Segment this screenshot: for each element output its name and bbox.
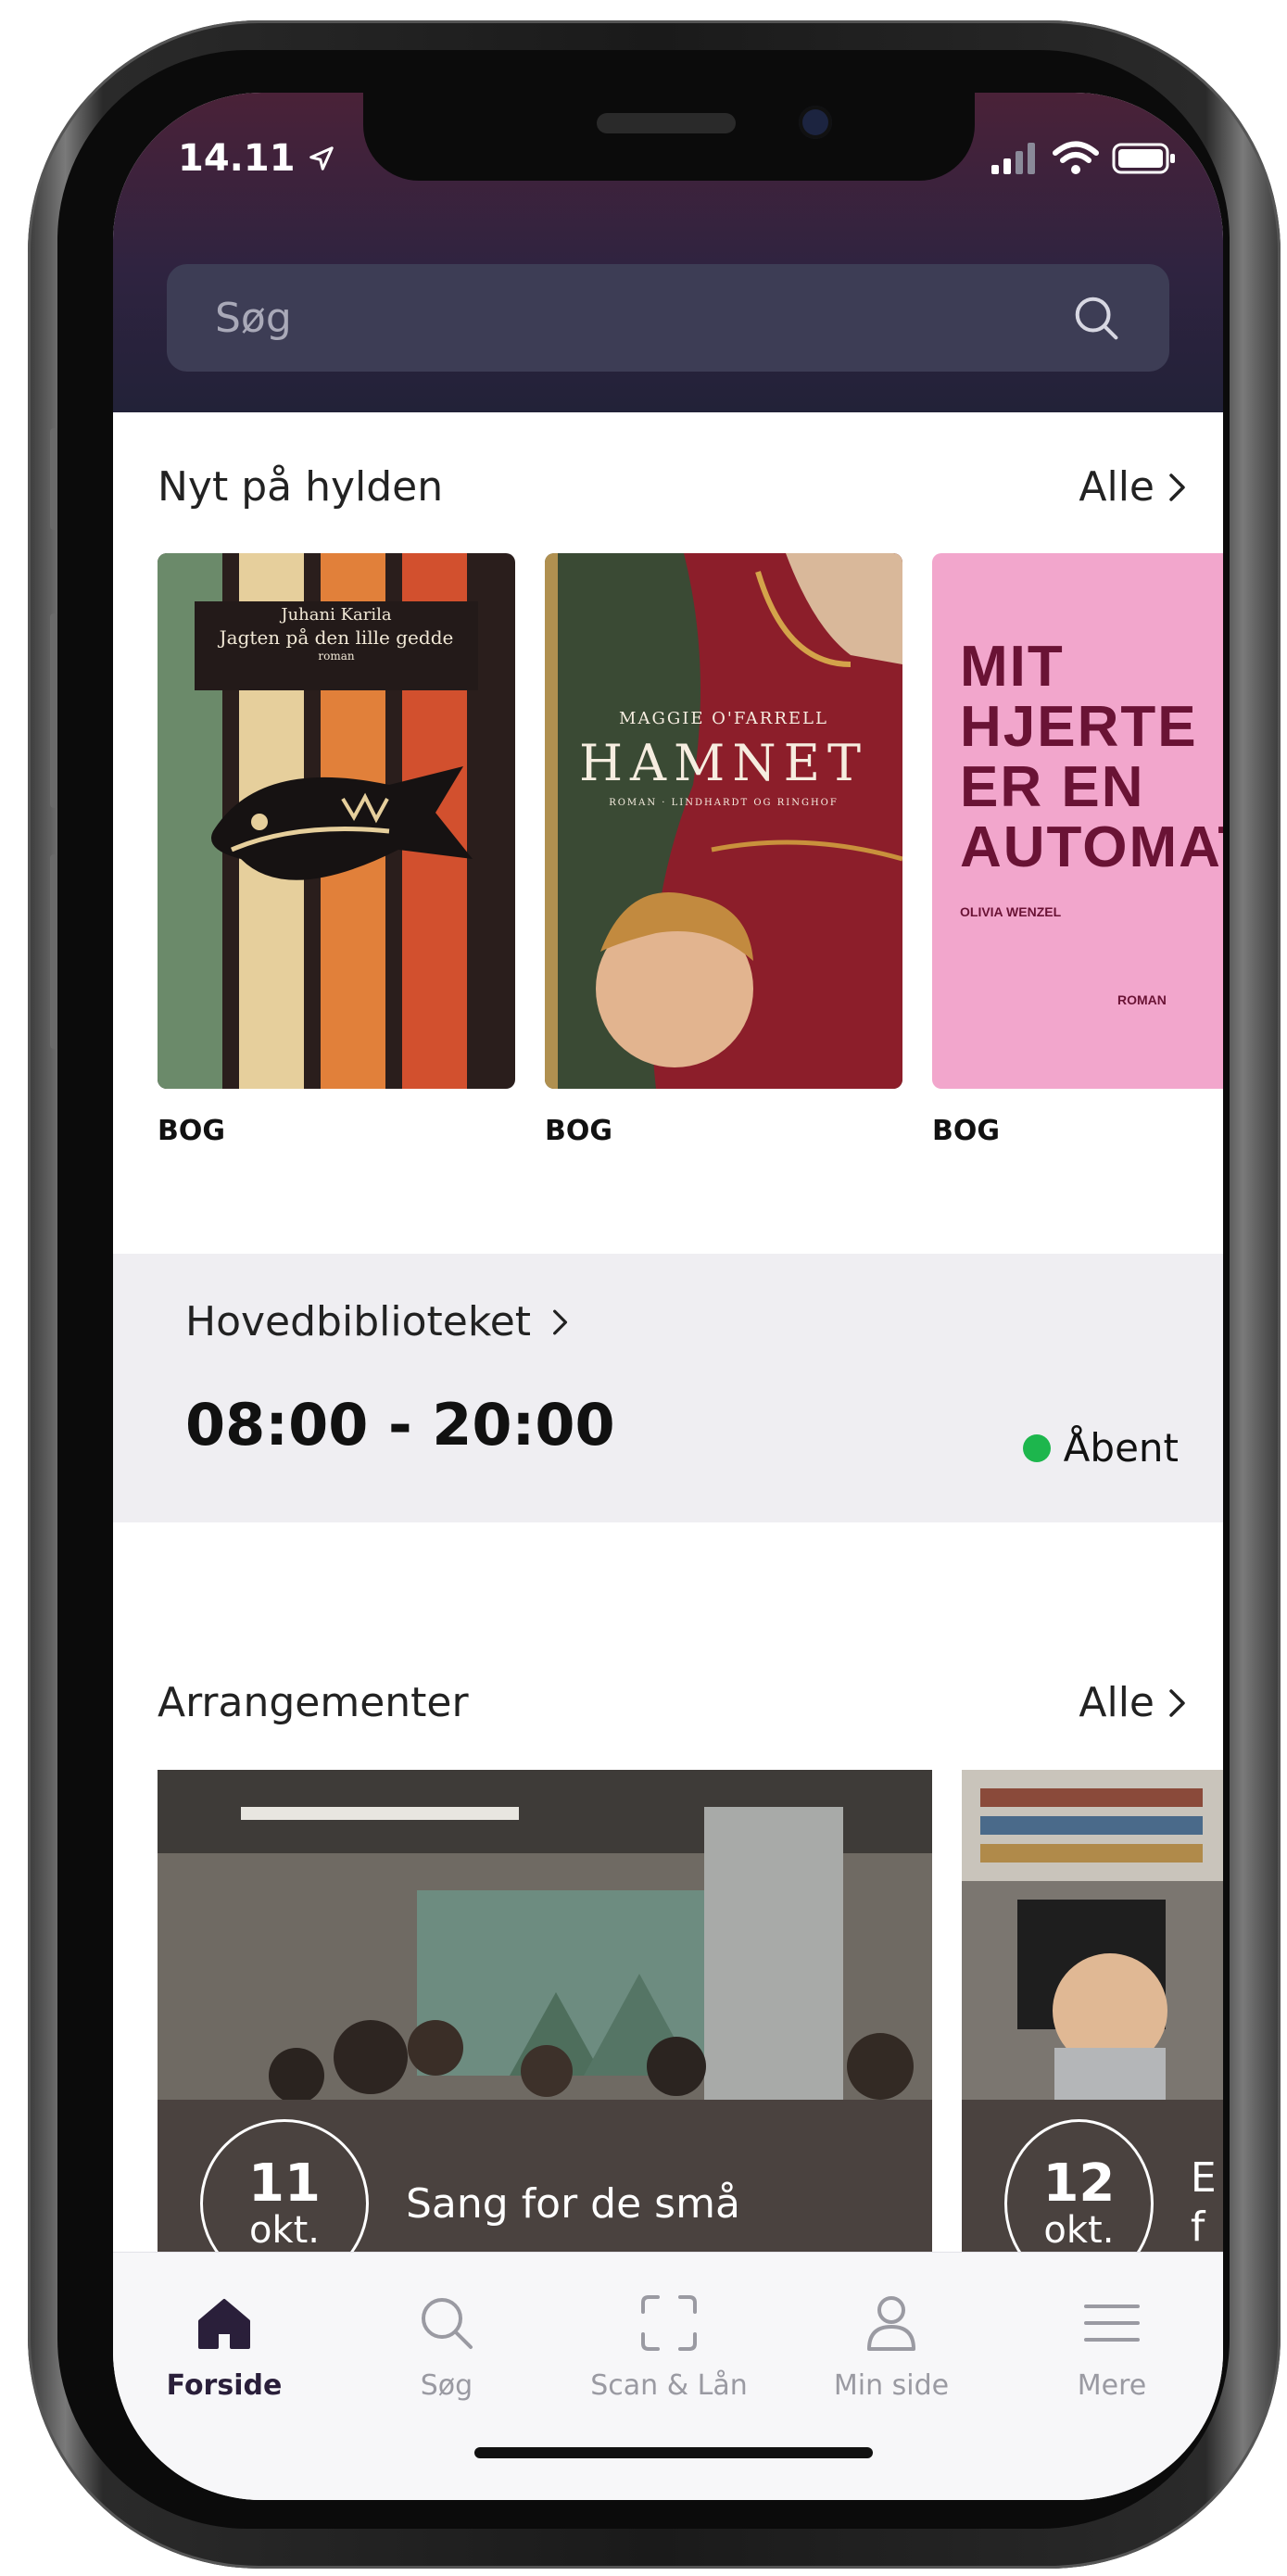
cover-subtitle: roman bbox=[318, 649, 355, 663]
chevron-right-icon bbox=[1169, 473, 1185, 501]
chevron-right-icon bbox=[553, 1309, 568, 1334]
book-card[interactable]: MIT HJERTE ER EN AUTOMAT OLIVIA WENZEL R… bbox=[932, 553, 1223, 1147]
events-carousel[interactable]: 11 okt. Sang for de små 12 okt. E f bbox=[158, 1770, 1223, 2307]
book-type-label: BOG bbox=[932, 1115, 1000, 1147]
status-time-text: 14.11 bbox=[178, 137, 296, 180]
home-indicator[interactable] bbox=[474, 2447, 873, 2458]
scan-icon bbox=[641, 2295, 697, 2351]
status-time: 14.11 bbox=[178, 137, 335, 180]
library-name-link[interactable]: Hovedbiblioteket bbox=[185, 1298, 570, 1345]
cellular-signal-icon bbox=[991, 143, 1035, 174]
all-link-label: Alle bbox=[1079, 1679, 1155, 1726]
cover-author: Juhani Karila bbox=[281, 605, 392, 625]
location-arrow-icon bbox=[309, 146, 334, 170]
tab-mere[interactable]: Mere bbox=[1001, 2290, 1223, 2402]
tab-label: Min side bbox=[833, 2369, 950, 2402]
book-type-label: BOG bbox=[158, 1115, 225, 1147]
book-card[interactable]: Juhani Karila Jagten på den lille gedde … bbox=[158, 553, 515, 1147]
event-photo bbox=[158, 1770, 932, 2103]
tab-min-side[interactable]: Min side bbox=[780, 2290, 1003, 2402]
cover-author: OLIVIA WENZEL bbox=[960, 904, 1062, 920]
all-link-label: Alle bbox=[1079, 463, 1155, 511]
tab-label: Scan & Lån bbox=[590, 2369, 748, 2402]
event-title: Sang for de små bbox=[406, 2179, 740, 2228]
person-icon bbox=[867, 2296, 915, 2351]
new-on-shelf-title: Nyt på hylden bbox=[158, 463, 444, 511]
app-screen: 14.11 Søg Nyt på hylden Alle Juhani Kari… bbox=[113, 93, 1223, 2500]
event-month: okt. bbox=[248, 2209, 321, 2253]
bottom-tab-bar: Forside Søg Scan & Lån Min side Mere bbox=[113, 2252, 1223, 2500]
chevron-right-icon bbox=[1169, 1688, 1185, 1717]
events-header: Arrangementer Alle bbox=[158, 1679, 1223, 1726]
cover-author: MAGGIE O'FARRELL bbox=[619, 709, 828, 728]
tab-soeg[interactable]: Søg bbox=[335, 2290, 558, 2402]
battery-icon bbox=[1112, 143, 1175, 174]
tab-forside[interactable]: Forside bbox=[113, 2290, 335, 2402]
tab-label: Forside bbox=[166, 2369, 283, 2402]
event-day: 12 bbox=[1042, 2153, 1116, 2214]
search-input[interactable] bbox=[215, 294, 1071, 342]
tab-scan-og-laan[interactable]: Scan & Lån bbox=[558, 2290, 780, 2402]
cover-title: MIT HJERTE ER EN AUTOMAT bbox=[960, 635, 1223, 880]
home-icon bbox=[198, 2299, 250, 2349]
library-hours: 08:00 - 20:00 bbox=[185, 1391, 615, 1458]
notch bbox=[363, 93, 975, 181]
library-open-status: Åbent bbox=[1022, 1425, 1179, 1471]
search-bar[interactable] bbox=[167, 264, 1169, 372]
library-hours-card[interactable]: Hovedbiblioteket 08:00 - 20:00 Åbent bbox=[113, 1254, 1223, 1522]
speaker bbox=[597, 113, 736, 133]
menu-icon bbox=[1084, 2305, 1140, 2342]
library-name: Hovedbiblioteket bbox=[185, 1298, 532, 1345]
cover-title: Jagten på den lille gedde bbox=[219, 625, 454, 649]
book-cover[interactable]: MIT HJERTE ER EN AUTOMAT OLIVIA WENZEL R… bbox=[932, 553, 1223, 1089]
new-books-carousel[interactable]: Juhani Karila Jagten på den lille gedde … bbox=[158, 553, 1223, 1165]
event-card[interactable]: 12 okt. E f bbox=[962, 1770, 1223, 2307]
open-status-dot bbox=[1022, 1433, 1051, 1462]
search-icon bbox=[422, 2298, 473, 2349]
event-title: E f bbox=[1190, 2154, 1217, 2251]
cover-subtitle: ROMAN · LINDHARDT OG RINGHOF bbox=[609, 798, 839, 808]
wifi-icon bbox=[1053, 141, 1099, 174]
cover-subtitle: ROMAN bbox=[1117, 992, 1167, 1008]
book-cover[interactable]: MAGGIE O'FARRELL HAMNET ROMAN · LINDHARD… bbox=[545, 553, 902, 1089]
tab-label: Søg bbox=[420, 2369, 473, 2402]
event-month: okt. bbox=[1043, 2209, 1115, 2253]
new-on-shelf-all-link[interactable]: Alle bbox=[1079, 463, 1188, 511]
events-title: Arrangementer bbox=[158, 1679, 469, 1726]
new-on-shelf-header: Nyt på hylden Alle bbox=[158, 463, 1223, 511]
open-status-label: Åbent bbox=[1063, 1425, 1179, 1471]
search-icon[interactable] bbox=[1071, 293, 1121, 343]
book-cover[interactable]: Juhani Karila Jagten på den lille gedde … bbox=[158, 553, 515, 1089]
cover-title: HAMNET bbox=[578, 734, 869, 792]
book-cover-art bbox=[545, 553, 902, 1089]
book-card[interactable]: MAGGIE O'FARRELL HAMNET ROMAN · LINDHARD… bbox=[545, 553, 902, 1147]
event-photo bbox=[962, 1770, 1223, 2103]
event-card[interactable]: 11 okt. Sang for de små bbox=[158, 1770, 932, 2307]
book-type-label: BOG bbox=[545, 1115, 612, 1147]
tab-label: Mere bbox=[1077, 2369, 1147, 2402]
events-all-link[interactable]: Alle bbox=[1079, 1679, 1188, 1726]
front-camera bbox=[799, 106, 832, 139]
status-icons bbox=[991, 141, 1177, 176]
event-day: 11 bbox=[248, 2153, 321, 2214]
